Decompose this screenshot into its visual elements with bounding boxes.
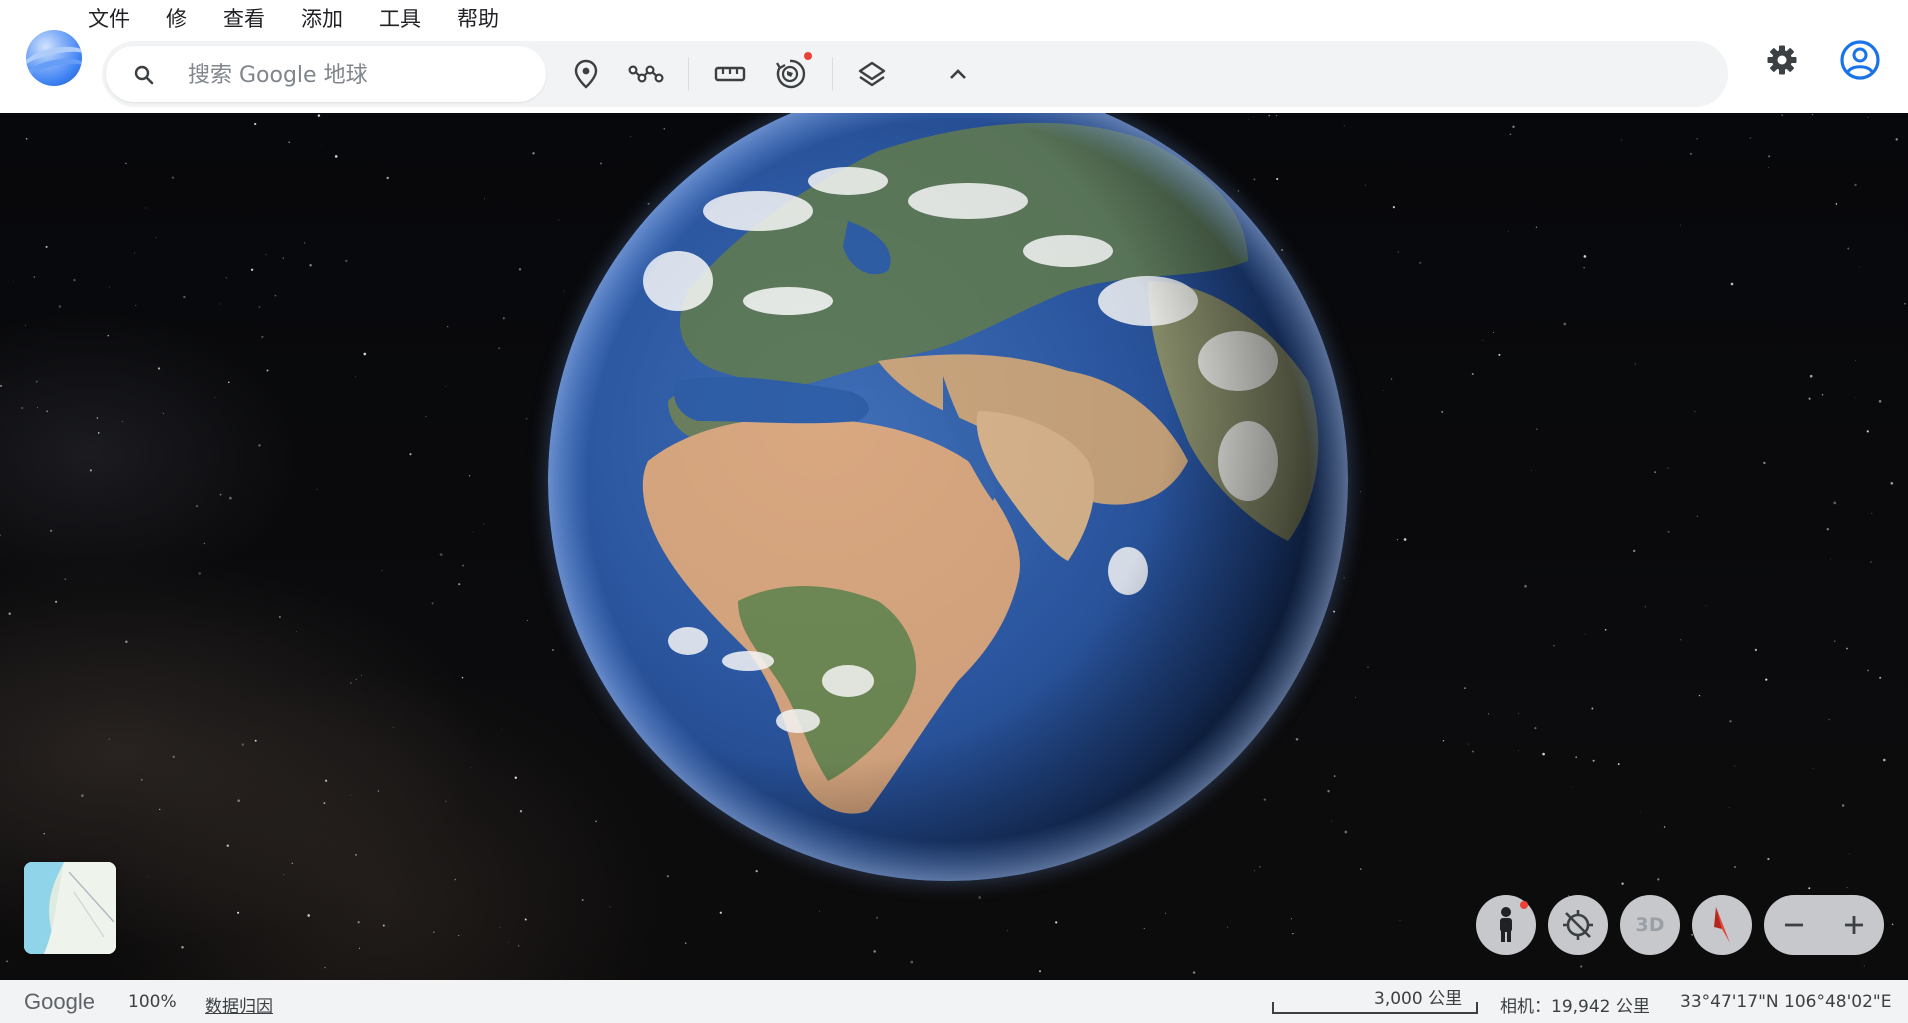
toolbar-divider [832, 57, 833, 91]
zoom-controls [1764, 895, 1884, 955]
search-input[interactable] [186, 54, 530, 96]
pegman-icon [1500, 907, 1512, 942]
menu-item-file[interactable]: 文件 [88, 3, 130, 33]
collapse-toolbar-button[interactable] [938, 54, 978, 94]
account-circle-icon [1840, 40, 1880, 80]
status-bar: Google 100% 数据归因 3,000 公里 相机：19,942 公里 3… [0, 980, 1908, 1023]
measure-button[interactable] [710, 54, 750, 94]
add-placemark-button[interactable] [566, 54, 606, 94]
voyager-icon [776, 59, 806, 89]
data-attribution-link[interactable]: 数据归因 [205, 992, 273, 1017]
notification-dot [1520, 901, 1528, 909]
scale-bar [1272, 1002, 1478, 1014]
earth-globe[interactable] [548, 113, 1348, 881]
compass-button[interactable] [1692, 895, 1752, 955]
layers-icon [858, 61, 886, 87]
cursor-coordinates: 33°47'17"N 106°48'02"E [1680, 992, 1892, 1012]
toggle-3d-button[interactable]: 3D [1620, 895, 1680, 955]
menu-item-tools[interactable]: 工具 [379, 3, 421, 33]
toolbar [102, 41, 1728, 107]
notification-dot [804, 52, 812, 60]
menu-item-add[interactable]: 添加 [301, 3, 343, 33]
map-style-button[interactable] [852, 54, 892, 94]
google-earth-logo[interactable] [26, 30, 82, 86]
location-off-icon [1563, 910, 1593, 940]
earth-surface [548, 113, 1348, 881]
zoom-in-button[interactable] [1824, 895, 1884, 955]
menu-item-help[interactable]: 帮助 [457, 3, 499, 33]
path-icon [628, 65, 664, 83]
pegman-button[interactable] [1476, 895, 1536, 955]
menu-bar: 文件 修 查看 添加 工具 帮助 [88, 0, 535, 36]
compass-icon [1714, 907, 1730, 943]
add-path-button[interactable] [626, 54, 666, 94]
gear-icon [1767, 45, 1797, 75]
zoom-out-button[interactable] [1764, 895, 1824, 955]
minimap-image [24, 862, 116, 954]
voyager-button[interactable] [770, 52, 812, 94]
settings-button[interactable] [1760, 38, 1804, 82]
google-wordmark: Google [24, 989, 95, 1014]
zoom-level: 100% [128, 992, 177, 1012]
camera-altitude: 相机：19,942 公里 [1500, 997, 1650, 1017]
toolbar-divider [688, 57, 689, 91]
search-icon[interactable] [132, 63, 156, 87]
my-location-button[interactable] [1548, 895, 1608, 955]
ruler-icon [714, 66, 746, 82]
menu-item-edit[interactable]: 修 [166, 3, 187, 33]
menu-item-view[interactable]: 查看 [223, 3, 265, 33]
app-header: 文件 修 查看 添加 工具 帮助 [0, 0, 1908, 113]
map-viewport[interactable]: 3D [0, 113, 1908, 980]
plus-icon [1845, 916, 1863, 934]
chevron-up-icon [950, 69, 966, 79]
account-button[interactable] [1838, 38, 1882, 82]
overview-minimap[interactable] [24, 862, 116, 954]
place-marker-icon [574, 59, 598, 89]
search-box [106, 46, 546, 102]
minus-icon [1785, 923, 1803, 927]
toggle-3d-label: 3D [1635, 914, 1665, 936]
